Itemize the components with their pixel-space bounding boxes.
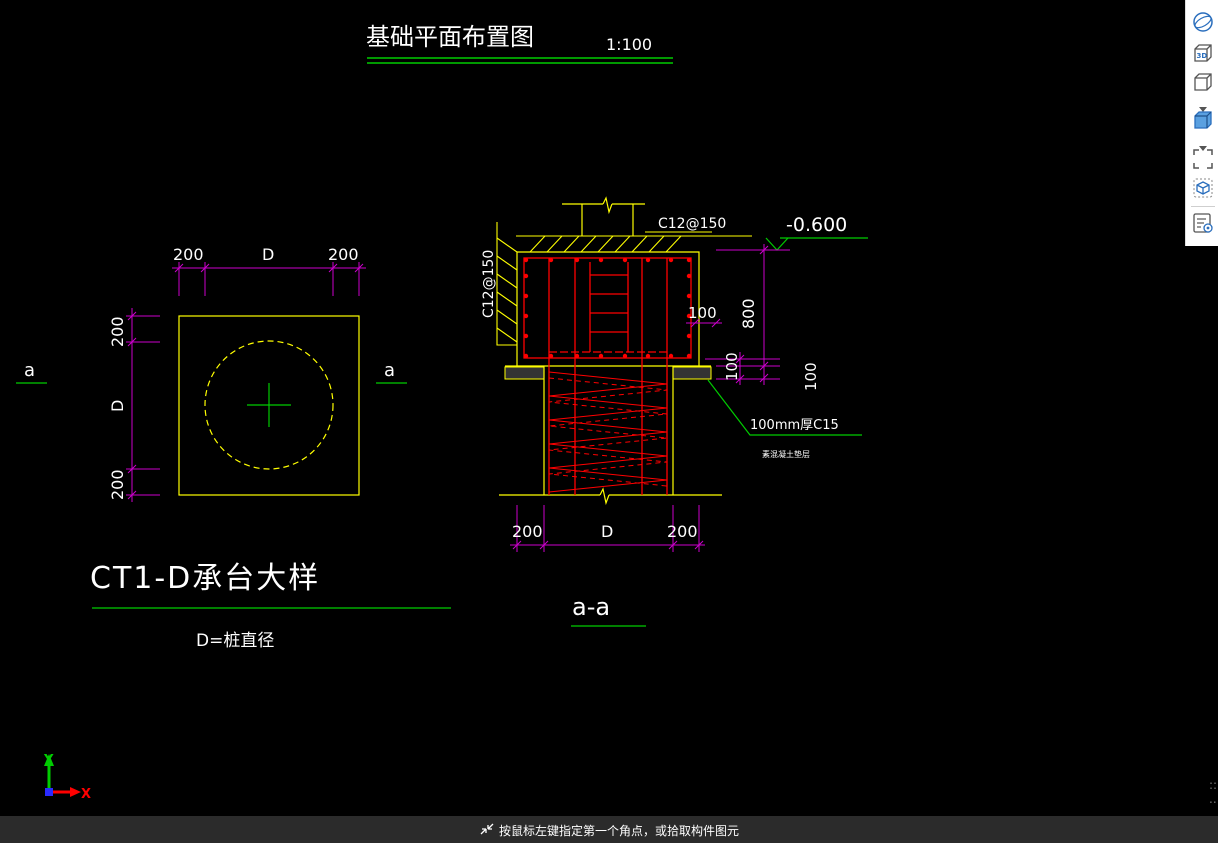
shaded-cube-dropdown-icon[interactable] (1199, 137, 1207, 151)
detail-title: CT1-D承台大样 (90, 561, 320, 596)
dim-100-b: 100 (723, 352, 741, 381)
detail-note: D=桩直径 (196, 631, 274, 651)
cube-view-dropdown-icon[interactable] (1199, 98, 1207, 112)
section-dim-bottom-mid: D (601, 522, 613, 541)
dim-800: 800 (739, 298, 758, 329)
status-bar: 按鼠标左键指定第一个角点，或拾取构件图元 (0, 816, 1218, 843)
3d-view-icon[interactable]: 3D (1191, 41, 1215, 65)
toolbar-separator (1191, 206, 1215, 207)
rebar-label-side: C12@150 (481, 250, 497, 318)
pile-section (499, 366, 722, 506)
plan-dim-top-left: 200 (173, 245, 204, 264)
svg-text:3D: 3D (1197, 52, 1208, 60)
pile-cap-plan-view: 200 D 200 200 D 200 a a CT1-D承台大样 D=桩直径 (16, 245, 451, 651)
drawing-scale: 1:100 (606, 35, 652, 54)
elevation-mark (765, 237, 868, 251)
section-mark-right: a (384, 360, 395, 381)
plan-dim-left (126, 308, 160, 502)
cad-drawing-canvas[interactable]: 基础平面布置图 1:100 200 D 200 200 D 200 a a CT… (0, 0, 1218, 843)
section-mark-left: a (24, 360, 35, 381)
plan-dim-left-top: 200 (108, 316, 127, 347)
rebar-label-top: C12@150 (658, 216, 726, 232)
cushion-left (504, 366, 545, 380)
section-dim-bottom-right: 200 (667, 522, 698, 541)
view-toolbar: 3D (1185, 0, 1218, 246)
status-prompt: 按鼠标左键指定第一个角点，或拾取构件图元 (499, 824, 740, 838)
cube-view-icon[interactable] (1191, 70, 1215, 94)
cushion-note: 100mm厚C15 (750, 418, 839, 433)
shaded-cube-icon[interactable] (1191, 108, 1215, 132)
cap-rebar-cage (523, 257, 692, 495)
component-icon[interactable] (1191, 176, 1215, 200)
section-title: a-a (572, 593, 610, 621)
cushion-note-sub: 素混凝土垫层 (762, 449, 810, 459)
soil-hatch (496, 222, 752, 346)
drawing-title-block: 基础平面布置图 1:100 (366, 23, 673, 64)
section-dim-bottom-left: 200 (512, 522, 543, 541)
column-stub (562, 196, 645, 236)
properties-icon[interactable] (1191, 211, 1215, 235)
drawing-title: 基础平面布置图 (366, 23, 534, 51)
ucs-axis-icon: Y X (43, 753, 91, 802)
plan-dim-top (172, 262, 366, 296)
elevation-value: -0.600 (786, 214, 847, 236)
dim-100-c: 100 (802, 362, 820, 391)
plan-dim-left-mid: D (108, 400, 127, 412)
axis-y-label: Y (43, 753, 54, 768)
fullscreen-icon[interactable] (1191, 147, 1215, 171)
pile-spiral-rebar (548, 371, 668, 493)
plan-dim-left-bottom: 200 (108, 469, 127, 500)
cushion-right (672, 366, 712, 380)
sphere-view-icon[interactable] (1191, 10, 1215, 34)
shrink-arrows-icon (479, 822, 495, 839)
plan-dim-top-right: 200 (328, 245, 359, 264)
plan-dim-top-mid: D (262, 245, 274, 264)
dim-100-a: 100 (688, 304, 717, 322)
section-view-a-a: C12@150 C12@150 -0.600 800 100 100 100 1… (481, 196, 868, 627)
pile-cap-section (505, 251, 711, 367)
axis-x-label: X (81, 787, 91, 802)
cropped-edge-text: ::.. (1209, 778, 1218, 806)
